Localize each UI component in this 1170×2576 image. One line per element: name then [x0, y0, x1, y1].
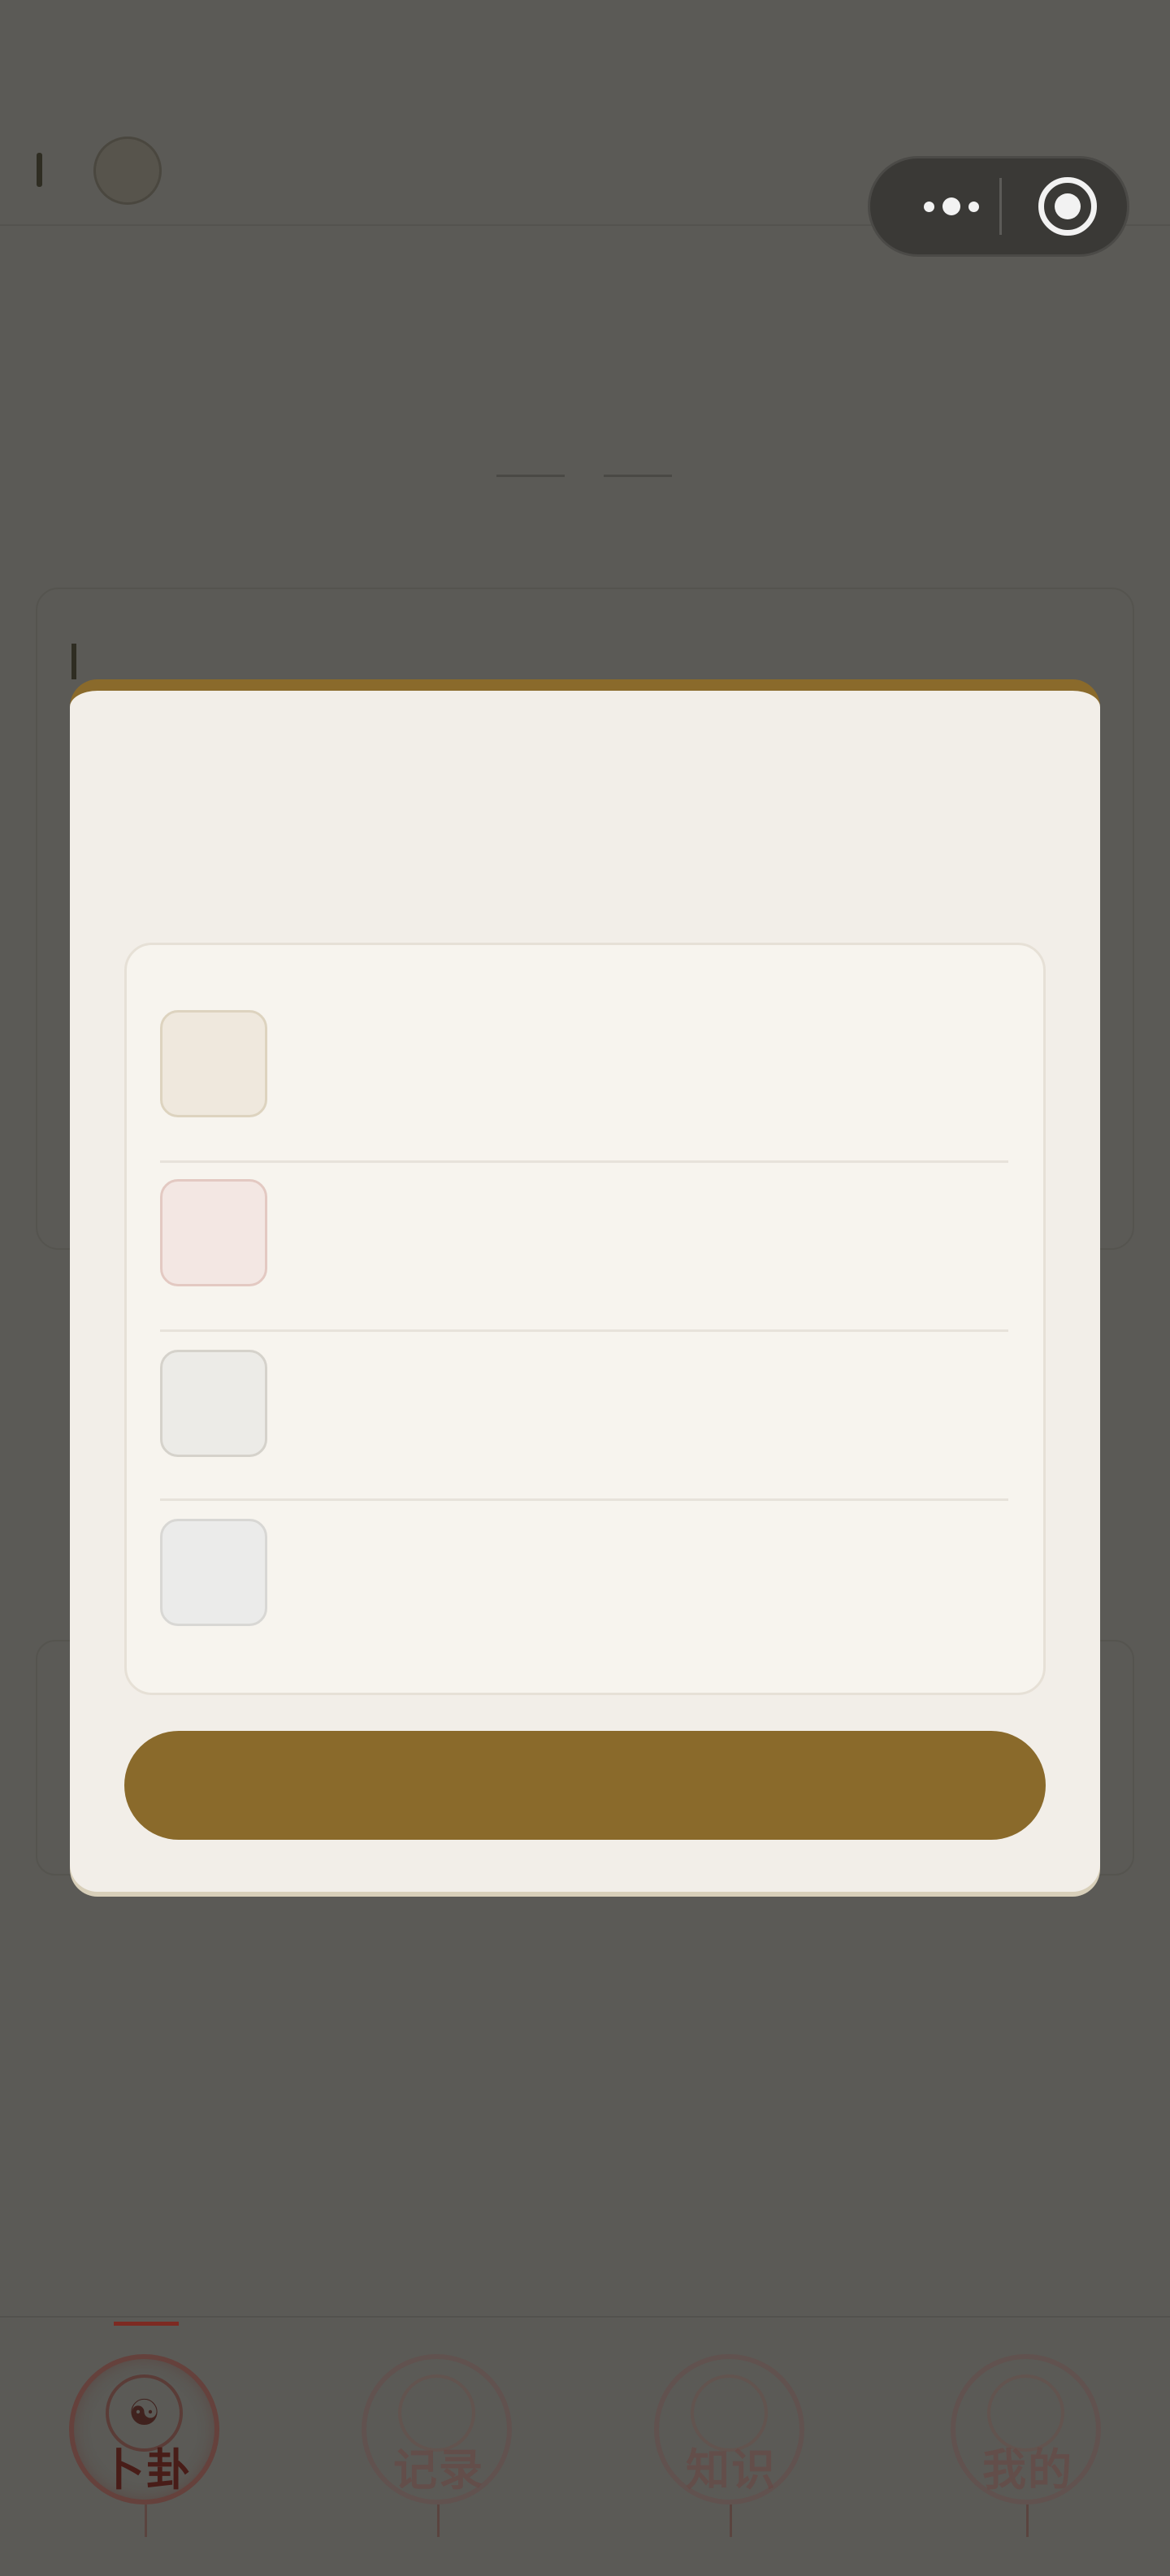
active-tab-indicator	[114, 2322, 179, 2326]
avatar	[93, 137, 162, 205]
title-decoration-left	[496, 475, 565, 477]
capsule-divider	[999, 178, 1002, 235]
tab-mine[interactable]: 我的	[947, 2346, 1109, 2549]
ink-tail	[437, 2504, 440, 2537]
back-icon	[37, 153, 42, 187]
tab-label: 记录	[393, 2444, 484, 2496]
option-swatch	[160, 1179, 267, 1286]
ink-tail	[1026, 2504, 1029, 2537]
title-decoration-right	[604, 475, 672, 477]
tab-divination[interactable]: ☯ 卜卦	[65, 2346, 228, 2549]
option-item[interactable]	[160, 1163, 1008, 1332]
option-item[interactable]	[160, 994, 1008, 1163]
option-item[interactable]	[160, 1332, 1008, 1501]
more-icon[interactable]	[907, 158, 996, 254]
close-target-icon[interactable]	[1038, 177, 1097, 236]
card-marker	[72, 644, 76, 679]
tab-label: 卜卦	[101, 2444, 192, 2496]
tab-label: 知识	[686, 2444, 777, 2496]
ink-tail	[730, 2504, 732, 2537]
tab-bar: ☯ 卜卦 记录 知识 我的	[0, 2316, 1170, 2576]
option-item[interactable]	[160, 1501, 1008, 1670]
ink-tail	[145, 2504, 147, 2537]
modal-title	[70, 780, 1100, 829]
option-swatch	[160, 1010, 267, 1117]
mini-program-capsule[interactable]	[868, 156, 1129, 257]
option-swatch	[160, 1519, 267, 1626]
tab-label: 我的	[982, 2444, 1073, 2496]
confirm-button[interactable]	[124, 1731, 1046, 1840]
options-panel	[124, 943, 1046, 1695]
selection-modal	[70, 679, 1100, 1892]
tab-knowledge[interactable]: 知识	[650, 2346, 812, 2549]
navigation-bar	[0, 0, 1170, 257]
tab-records[interactable]: 记录	[358, 2346, 520, 2549]
option-swatch	[160, 1350, 267, 1457]
